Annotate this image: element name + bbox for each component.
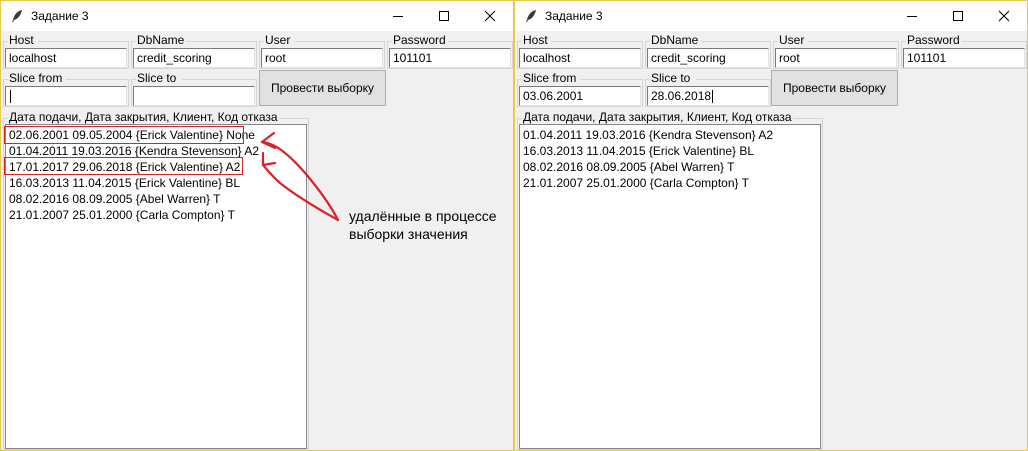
user-frame: User root bbox=[259, 33, 385, 69]
host-input[interactable]: localhost bbox=[519, 48, 641, 68]
title-bar[interactable]: Задание 3 bbox=[515, 1, 1027, 31]
minimize-icon bbox=[393, 16, 403, 17]
app-window-right: Задание 3 Host localhost DbName credit_s… bbox=[514, 0, 1028, 451]
user-input[interactable]: root bbox=[775, 48, 897, 68]
list-item[interactable]: 08.02.2016 08.09.2005 {Abel Warren} T bbox=[523, 159, 735, 175]
dbname-label: DbName bbox=[136, 33, 186, 47]
user-frame: User root bbox=[773, 33, 899, 69]
list-item[interactable]: 01.04.2011 19.03.2016 {Kendra Stevenson}… bbox=[523, 127, 773, 143]
list-item[interactable]: 08.02.2016 08.09.2005 {Abel Warren} T bbox=[9, 191, 221, 207]
title-bar[interactable]: Задание 3 bbox=[1, 1, 513, 31]
maximize-button[interactable] bbox=[935, 1, 981, 31]
dbname-frame: DbName credit_scoring bbox=[131, 33, 257, 69]
close-icon bbox=[998, 10, 1010, 22]
host-label: Host bbox=[8, 33, 35, 47]
run-query-button[interactable]: Провести выборку bbox=[259, 70, 386, 106]
dbname-frame: DbName credit_scoring bbox=[645, 33, 771, 69]
slice-from-label: Slice from bbox=[522, 71, 578, 85]
annotation-text-line2: выборки значения bbox=[349, 226, 468, 242]
window-title: Задание 3 bbox=[545, 9, 603, 23]
list-item[interactable]: 21.01.2007 25.01.2000 {Carla Compton} T bbox=[523, 175, 749, 191]
run-query-button[interactable]: Провести выборку bbox=[771, 70, 898, 106]
window-title: Задание 3 bbox=[31, 9, 89, 23]
text-cursor bbox=[712, 90, 714, 104]
slice-from-frame: Slice from bbox=[3, 71, 129, 107]
user-input[interactable]: root bbox=[261, 48, 383, 68]
results-header: Дата подачи, Дата закрытия, Клиент, Код … bbox=[8, 110, 279, 124]
results-listbox[interactable]: 01.04.2011 19.03.2016 {Kendra Stevenson}… bbox=[519, 124, 821, 449]
maximize-icon bbox=[439, 11, 449, 21]
list-item[interactable]: 21.01.2007 25.01.2000 {Carla Compton} T bbox=[9, 207, 235, 223]
password-label: Password bbox=[392, 33, 447, 47]
slice-to-input[interactable] bbox=[133, 86, 255, 106]
maximize-icon bbox=[953, 11, 963, 21]
close-button[interactable] bbox=[981, 1, 1027, 31]
password-frame: Password 101101 bbox=[387, 33, 513, 69]
dbname-label: DbName bbox=[650, 33, 700, 47]
slice-to-value: 28.06.2018 bbox=[651, 89, 712, 103]
list-item[interactable]: 16.03.2013 11.04.2015 {Erick Valentine} … bbox=[523, 143, 754, 159]
minimize-icon bbox=[907, 16, 917, 17]
close-button[interactable] bbox=[467, 1, 513, 31]
user-label: User bbox=[264, 33, 292, 47]
slice-to-label: Slice to bbox=[136, 71, 178, 85]
list-item[interactable]: 16.03.2013 11.04.2015 {Erick Valentine} … bbox=[9, 175, 240, 191]
removed-row-highlight bbox=[4, 126, 244, 144]
host-frame: Host localhost bbox=[3, 33, 129, 69]
slice-from-frame: Slice from 03.06.2001 bbox=[517, 71, 643, 107]
removed-row-highlight bbox=[4, 157, 243, 175]
text-cursor bbox=[10, 90, 11, 104]
host-label: Host bbox=[522, 33, 549, 47]
password-input[interactable]: 101101 bbox=[389, 48, 511, 68]
slice-from-input[interactable] bbox=[5, 86, 127, 106]
slice-from-label: Slice from bbox=[8, 71, 64, 85]
dbname-input[interactable]: credit_scoring bbox=[647, 48, 769, 68]
password-label: Password bbox=[906, 33, 961, 47]
close-icon bbox=[484, 10, 496, 22]
slice-to-frame: Slice to bbox=[131, 71, 257, 107]
annotation-arrows bbox=[260, 131, 340, 222]
minimize-button[interactable] bbox=[889, 1, 935, 31]
host-input[interactable]: localhost bbox=[5, 48, 127, 68]
password-input[interactable]: 101101 bbox=[903, 48, 1025, 68]
maximize-button[interactable] bbox=[421, 1, 467, 31]
password-frame: Password 101101 bbox=[901, 33, 1027, 69]
user-label: User bbox=[778, 33, 806, 47]
slice-to-label: Slice to bbox=[650, 71, 692, 85]
results-frame: Дата подачи, Дата закрытия, Клиент, Код … bbox=[517, 110, 823, 450]
dbname-input[interactable]: credit_scoring bbox=[133, 48, 255, 68]
host-frame: Host localhost bbox=[517, 33, 643, 69]
annotation-text-line1: удалённые в процессе bbox=[349, 208, 497, 224]
slice-to-input[interactable]: 28.06.2018 bbox=[647, 86, 769, 106]
slice-to-frame: Slice to 28.06.2018 bbox=[645, 71, 771, 107]
minimize-button[interactable] bbox=[375, 1, 421, 31]
feather-icon bbox=[12, 10, 22, 22]
feather-icon bbox=[526, 10, 536, 22]
slice-from-input[interactable]: 03.06.2001 bbox=[519, 86, 641, 106]
results-header: Дата подачи, Дата закрытия, Клиент, Код … bbox=[522, 110, 793, 124]
arrow-icon bbox=[260, 131, 340, 222]
